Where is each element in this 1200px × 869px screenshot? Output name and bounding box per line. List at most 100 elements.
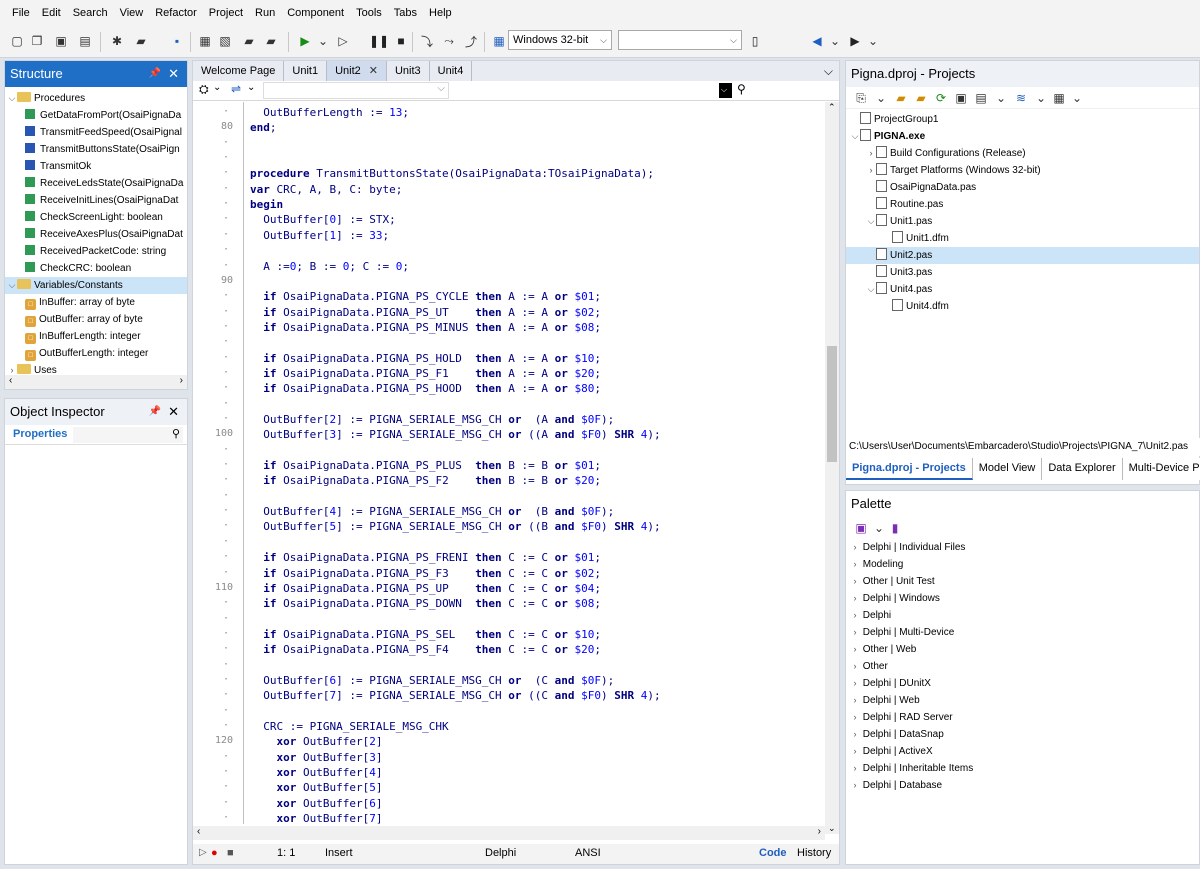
platform-select[interactable]: Windows 32-bit ⌵ bbox=[508, 30, 612, 50]
chevron-down-icon[interactable]: ⌵ bbox=[7, 90, 17, 107]
palette-category[interactable]: › Other | Web bbox=[846, 641, 1199, 658]
tab-unit3[interactable]: Unit3 bbox=[387, 61, 430, 81]
structure-item[interactable]: TransmitButtonsState(OsaiPign bbox=[5, 141, 187, 158]
palette-category[interactable]: › Delphi | Windows bbox=[846, 590, 1199, 607]
palette-category[interactable]: › Delphi | ActiveX bbox=[846, 743, 1199, 760]
project-item[interactable]: Unit3.pas bbox=[846, 264, 1199, 281]
run-without-debug-icon[interactable]: ▷ bbox=[334, 32, 352, 50]
chevron-down-icon[interactable]: ⌵ bbox=[850, 128, 860, 145]
run-dropdown-icon[interactable]: ⌄ bbox=[314, 32, 332, 50]
options-icon[interactable]: ▤ bbox=[972, 89, 990, 107]
back-dropdown-icon[interactable]: ⌄ bbox=[826, 32, 844, 50]
structure-item[interactable]: □ OutBufferLength: integer bbox=[5, 345, 187, 362]
scroll-left-icon[interactable]: ‹ bbox=[9, 375, 12, 386]
structure-item[interactable]: TransmitOk bbox=[5, 158, 187, 175]
properties-tab[interactable]: Properties bbox=[13, 428, 67, 440]
back-icon[interactable]: ◀ bbox=[808, 32, 826, 50]
record-macro-icon[interactable]: ● bbox=[211, 847, 218, 859]
inspector-search-input[interactable]: ⚲ bbox=[73, 427, 183, 443]
scroll-right-icon[interactable]: › bbox=[180, 375, 183, 386]
structure-item[interactable]: ⌵ Variables/Constants bbox=[5, 277, 187, 294]
chevron-down-icon[interactable]: ⌄ bbox=[1032, 89, 1050, 107]
palette-category[interactable]: › Other bbox=[846, 658, 1199, 675]
tab-data-explorer[interactable]: Data Explorer bbox=[1042, 458, 1123, 480]
chevron-down-icon[interactable]: ⌵ bbox=[866, 281, 876, 298]
menu-component[interactable]: Component bbox=[281, 0, 350, 26]
scroll-up-icon[interactable]: ⌃ bbox=[828, 102, 836, 113]
structure-hscroll[interactable]: ‹ › bbox=[5, 375, 187, 389]
sort-icon[interactable]: ≋ bbox=[1012, 89, 1030, 107]
project-item[interactable]: OsaiPignaData.pas bbox=[846, 179, 1199, 196]
menu-tools[interactable]: Tools bbox=[350, 0, 388, 26]
chevron-right-icon[interactable]: › bbox=[866, 162, 876, 179]
method-nav-icon[interactable]: ⇌ bbox=[231, 82, 241, 96]
scroll-right-icon[interactable]: › bbox=[818, 826, 821, 837]
structure-item[interactable]: CheckScreenLight: boolean bbox=[5, 209, 187, 226]
palette-category[interactable]: › Delphi | Web bbox=[846, 692, 1199, 709]
open-icon[interactable]: ▤ bbox=[76, 32, 94, 50]
pin-icon[interactable]: 📌 bbox=[149, 399, 161, 425]
class-nav-icon[interactable]: ⛭ bbox=[199, 82, 209, 97]
menu-help[interactable]: Help bbox=[423, 0, 458, 26]
save-project-icon[interactable]: ▧ bbox=[216, 32, 234, 50]
select-pointer-icon[interactable]: ▮ bbox=[886, 519, 904, 537]
new-item-icon[interactable]: ✱ bbox=[108, 32, 126, 50]
tab-multi-device-preview[interactable]: Multi-Device Preview bbox=[1123, 458, 1200, 480]
chevron-down-icon[interactable]: ⌄ bbox=[1068, 89, 1086, 107]
new-window-icon[interactable]: ❐ bbox=[28, 32, 46, 50]
scroll-thumb[interactable] bbox=[827, 346, 837, 462]
scroll-down-icon[interactable]: ⌄ bbox=[828, 823, 836, 834]
folder-icon[interactable]: ▰ bbox=[912, 89, 930, 107]
tab-unit2[interactable]: Unit2 ✕ bbox=[327, 61, 387, 81]
structure-item[interactable]: ReceiveAxesPlus(OsaiPignaDat bbox=[5, 226, 187, 243]
sync-icon[interactable]: ⎘ bbox=[852, 89, 870, 107]
structure-item[interactable]: GetDataFromPort(OsaiPignaDa bbox=[5, 107, 187, 124]
project-item[interactable]: › Target Platforms (Windows 32-bit) bbox=[846, 162, 1199, 179]
remove-file-icon[interactable]: ▰ bbox=[262, 32, 280, 50]
scroll-left-icon[interactable]: ‹ bbox=[197, 826, 200, 837]
palette-category[interactable]: › Modeling bbox=[846, 556, 1199, 573]
structure-item[interactable]: ReceivedPacketCode: string bbox=[5, 243, 187, 260]
add-icon[interactable]: ▰ bbox=[892, 89, 910, 107]
structure-item[interactable]: □ InBufferLength: integer bbox=[5, 328, 187, 345]
palette-category[interactable]: › Delphi | Database bbox=[846, 777, 1199, 794]
menu-run[interactable]: Run bbox=[249, 0, 281, 26]
pin-icon[interactable]: 📌 bbox=[149, 61, 161, 87]
structure-item[interactable]: CheckCRC: boolean bbox=[5, 260, 187, 277]
pause-icon[interactable]: ❚❚ bbox=[369, 32, 389, 50]
editor-vscroll[interactable]: ⌃ ⌄ bbox=[825, 102, 839, 834]
menu-project[interactable]: Project bbox=[203, 0, 249, 26]
close-icon[interactable]: ✕ bbox=[369, 65, 378, 77]
palette-category[interactable]: › Delphi | Multi-Device bbox=[846, 624, 1199, 641]
menu-search[interactable]: Search bbox=[67, 0, 114, 26]
code-tab[interactable]: Code bbox=[759, 847, 787, 859]
save-all-icon[interactable]: ▦ bbox=[196, 32, 214, 50]
structure-item[interactable]: TransmitFeedSpeed(OsaiPignal bbox=[5, 124, 187, 141]
tab-model-view[interactable]: Model View bbox=[973, 458, 1043, 480]
menu-file[interactable]: File bbox=[6, 0, 36, 26]
step-over-icon[interactable]: ⤳ bbox=[440, 32, 458, 50]
search-icon[interactable]: ⚲ bbox=[737, 82, 746, 96]
forward-icon[interactable]: ▶ bbox=[846, 32, 864, 50]
structure-item[interactable]: ⌵ Procedures bbox=[5, 90, 187, 107]
add-file-icon[interactable]: ▰ bbox=[240, 32, 258, 50]
stop-macro-icon[interactable]: ■ bbox=[227, 847, 234, 859]
menu-refactor[interactable]: Refactor bbox=[149, 0, 203, 26]
tabs-dropdown-icon[interactable]: ⌵ bbox=[824, 61, 833, 81]
close-icon[interactable]: ✕ bbox=[168, 399, 179, 425]
menu-tabs[interactable]: Tabs bbox=[388, 0, 423, 26]
device-icon[interactable]: ▯ bbox=[746, 32, 764, 50]
chevron-down-icon[interactable]: ⌵ bbox=[7, 277, 17, 294]
step-into-icon[interactable]: ⤵ bbox=[418, 32, 436, 50]
history-tab[interactable]: History bbox=[797, 847, 831, 859]
palette-category-icon[interactable]: ▣ bbox=[852, 519, 870, 537]
chevron-down-icon[interactable]: ⌄ bbox=[872, 89, 890, 107]
structure-item[interactable]: ReceiveLedsState(OsaiPignaDa bbox=[5, 175, 187, 192]
stop-icon[interactable]: ■ bbox=[392, 32, 410, 50]
run-icon[interactable]: ▶ bbox=[296, 32, 314, 50]
editor-hscroll[interactable]: ‹ › bbox=[193, 826, 825, 840]
menu-view[interactable]: View bbox=[114, 0, 150, 26]
tab-pigna-dproj-projects[interactable]: Pigna.dproj - Projects bbox=[846, 458, 973, 480]
play-macro-icon[interactable]: ▷ bbox=[199, 847, 207, 858]
new-file-icon[interactable]: ▢ bbox=[8, 32, 26, 50]
